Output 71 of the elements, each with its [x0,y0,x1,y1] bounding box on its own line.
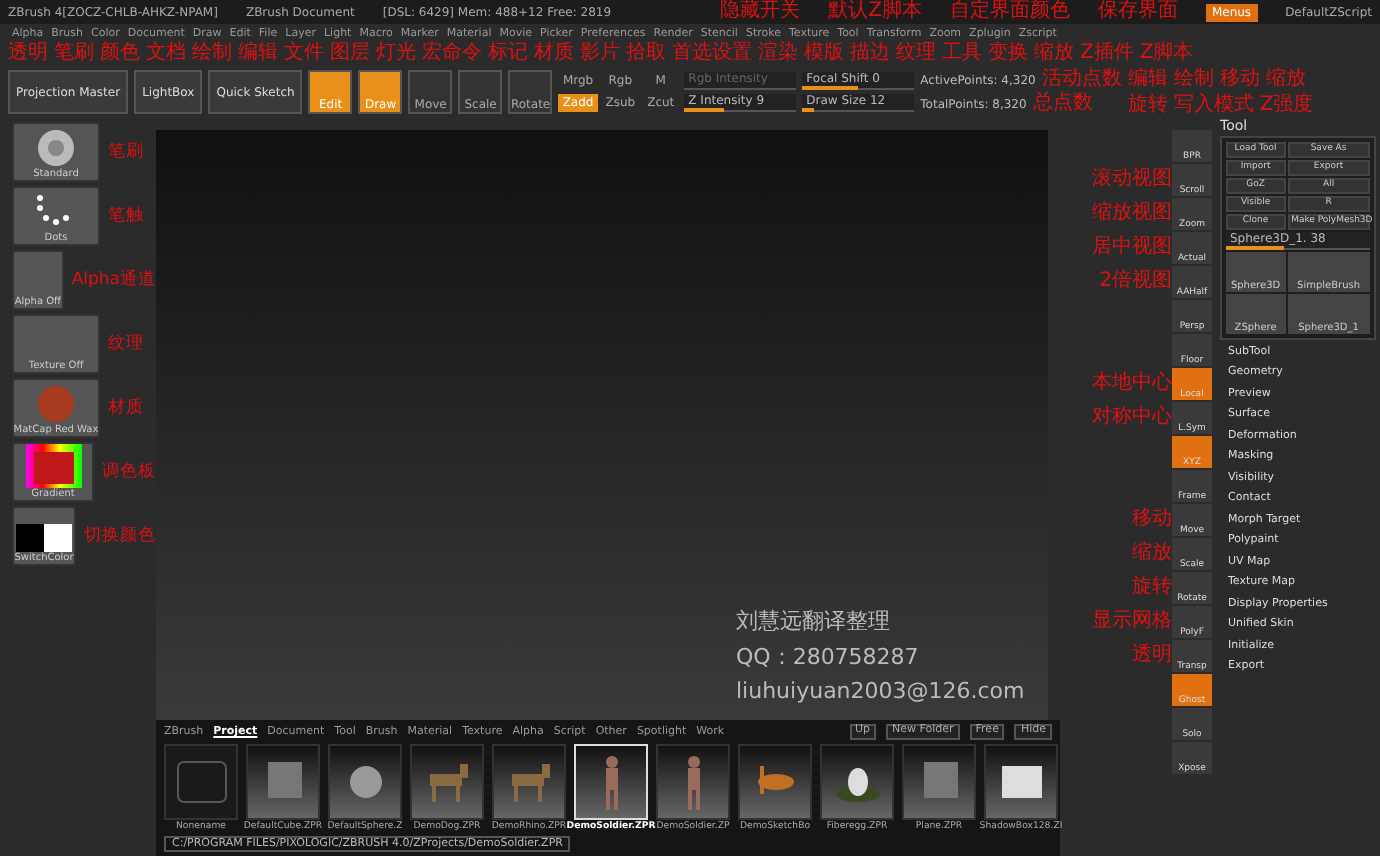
annotation: 变换 [988,44,1028,64]
annotation: 颜色 [100,44,140,64]
annotation: 切换颜色 [84,527,156,545]
annotation: 移动 [1132,506,1172,534]
file-thumbnail[interactable] [902,744,976,820]
annotation: 编辑 [238,44,278,64]
annotation: 笔触 [108,207,144,225]
annotation: 调色板 [102,463,156,481]
file-thumbnail[interactable] [738,744,812,820]
annotation: 材质 [534,44,574,64]
annotation: 材质 [108,399,144,417]
annotation: 笔刷 [54,44,94,64]
annotation: 总点数 [1032,94,1093,114]
annotation: 影片 [580,44,620,64]
file-thumbnail[interactable] [164,744,238,820]
annotation: 模版 [804,44,844,64]
annotation: 旋转 [1132,573,1172,602]
annotation: 笔刷 [108,143,144,161]
file-thumbnail[interactable] [246,744,320,820]
material-sphere-icon [34,384,78,424]
annotation: 标记 [488,44,528,64]
annotation: 滚动视图 [1092,165,1172,194]
credit-text: liuhuiyuan2003@126.com [736,678,1027,704]
file-thumbnail[interactable] [492,744,566,820]
annotation: 透明 [8,44,48,64]
annotation: 2倍视图 [1099,267,1172,296]
annotation: 写入模式 [1173,95,1254,115]
file-thumbnail[interactable] [984,744,1058,820]
file-thumbnail[interactable] [820,744,894,820]
annotation: 本地中心 [1092,369,1172,398]
annotation: 缩放视图 [1092,199,1172,228]
annotation: 保存界面 [1097,2,1178,22]
annotation: 宏命令 [422,44,482,64]
annotation: 拾取 [626,44,666,64]
annotation: 描边 [850,44,890,64]
annotation: 旋转 [1127,95,1168,115]
annotation: 灯光 [376,44,416,64]
annotation: 编辑 [1127,69,1168,89]
annotation: 渲染 [758,44,798,64]
annotation: 绘制 [192,44,232,64]
annotation: 文件 [284,44,324,64]
annotation: 活动点数 [1041,70,1122,90]
annotation: 显示网格 [1092,607,1172,636]
annotation: 缩放 [1034,44,1074,64]
annotation: 绘制 [1173,69,1214,89]
credit-text: QQ：280758287 [736,642,921,672]
color-picker-icon [25,444,81,488]
annotation: 移动 [1219,69,1260,89]
annotation: 首选设置 [672,44,752,64]
annotation: 纹理 [896,44,936,64]
annotation: 文档 [146,44,186,64]
annotation: 默认Z脚本 [828,2,922,22]
annotation: 工具 [942,44,982,64]
annotation: Z强度 [1259,95,1314,115]
annotation: 缩放 [1265,69,1306,89]
color-swatch-icon [16,524,72,552]
annotation: Z脚本 [1139,44,1194,64]
brush-icon [34,128,78,168]
file-thumbnail[interactable] [328,744,402,820]
annotation: 透明 [1132,641,1172,670]
annotation: 居中视图 [1092,233,1172,262]
annotation: 图层 [330,44,370,64]
annotation: Alpha通道 [71,271,156,289]
annotation: 对称中心 [1092,403,1172,432]
annotation: Z插件 [1080,44,1134,64]
credit-text: 刘慧远翻译整理 [736,606,892,636]
file-thumbnail[interactable] [410,744,484,820]
file-thumbnail[interactable] [656,744,730,820]
annotation: 纹理 [108,335,144,353]
canvas[interactable]: 刘慧远翻译整理 QQ：280758287 liuhuiyuan2003@126.com [156,130,1048,720]
annotation: 缩放 [1132,539,1172,568]
